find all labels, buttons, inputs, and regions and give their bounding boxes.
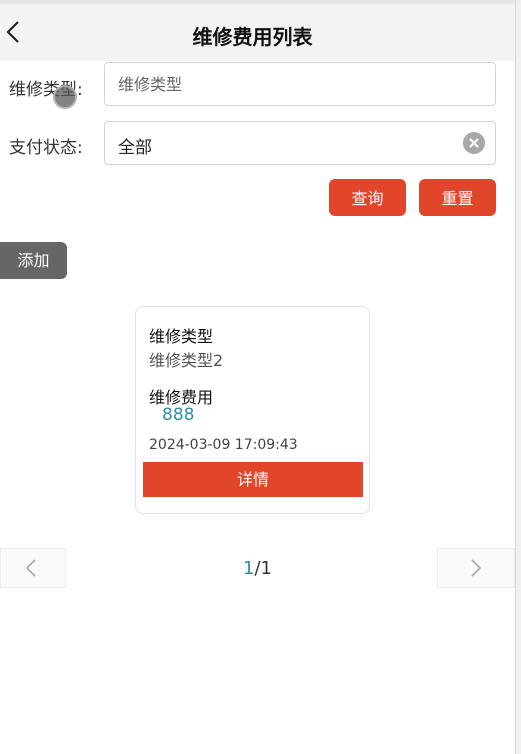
- add-button[interactable]: 添加: [0, 242, 67, 279]
- payment-status-label: 支付状态:: [9, 138, 83, 158]
- reset-button[interactable]: 重置: [419, 179, 496, 216]
- repair-type-field[interactable]: [104, 62, 496, 106]
- chevron-right-icon: [471, 559, 482, 577]
- detail-button[interactable]: 详情: [143, 462, 363, 497]
- card-fee-value: 888: [162, 405, 195, 425]
- pagination: 1/1: [0, 548, 515, 588]
- repair-type-input[interactable]: [105, 63, 471, 105]
- next-page-button[interactable]: [437, 548, 515, 588]
- query-button[interactable]: 查询: [329, 179, 406, 216]
- clear-circle-icon[interactable]: [463, 132, 485, 154]
- payment-status-select[interactable]: 全部: [104, 121, 496, 165]
- current-page: 1: [243, 558, 255, 579]
- total-pages: 1: [260, 558, 272, 579]
- touch-indicator: [53, 85, 77, 109]
- page-title: 维修费用列表: [192, 25, 313, 49]
- payment-status-value: 全部: [118, 138, 152, 158]
- card-timestamp: 2024-03-09 17:09:43: [149, 437, 298, 453]
- record-card: 维修类型 维修类型2 维修费用 888 2024-03-09 17:09:43 …: [135, 306, 370, 514]
- header-bar: 维修费用列表: [0, 4, 515, 61]
- card-type-value: 维修类型2: [149, 351, 224, 370]
- card-type-label: 维修类型: [149, 327, 214, 346]
- window-right-border: [515, 0, 521, 754]
